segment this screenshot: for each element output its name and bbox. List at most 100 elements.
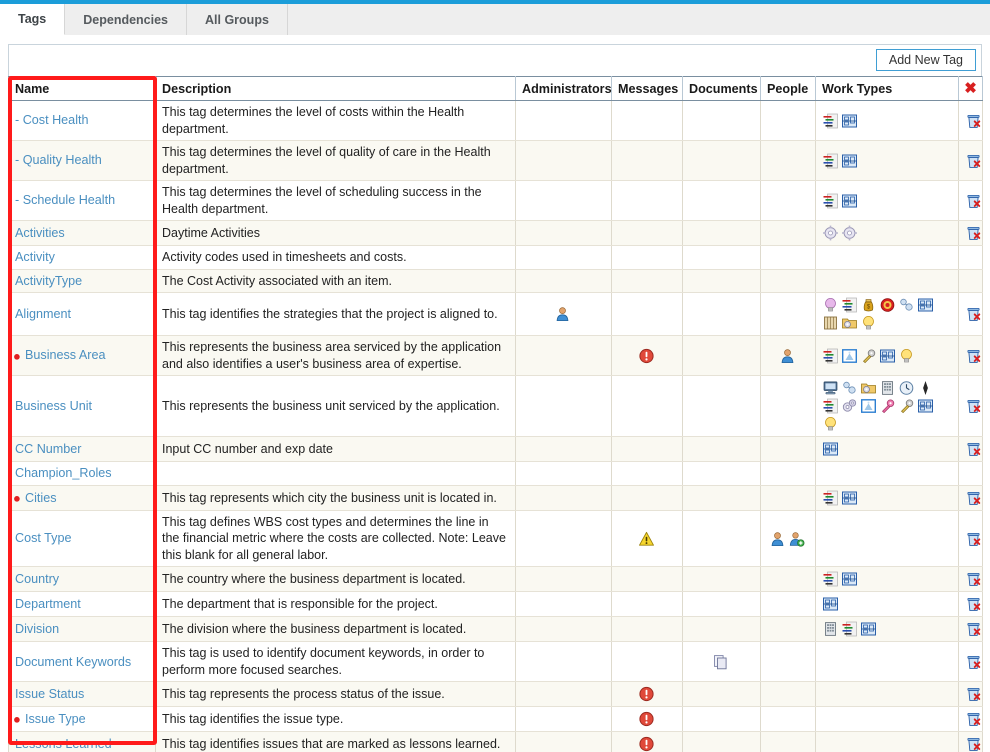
monitor-icon[interactable] bbox=[822, 380, 839, 396]
tag-name-link[interactable]: - Schedule Health bbox=[15, 193, 115, 207]
framed-picture-icon[interactable] bbox=[841, 348, 858, 364]
delete-row-icon[interactable] bbox=[965, 306, 982, 322]
tab-dependencies[interactable]: Dependencies bbox=[65, 4, 188, 35]
tag-name-link[interactable]: Champion_Roles bbox=[15, 466, 112, 480]
key-icon[interactable] bbox=[860, 348, 877, 364]
column-header-name[interactable]: Name bbox=[8, 76, 156, 101]
target-icon[interactable] bbox=[879, 297, 896, 313]
blueprint-icon[interactable] bbox=[879, 348, 896, 364]
person-icon[interactable] bbox=[769, 531, 786, 547]
tab-tags[interactable]: Tags bbox=[0, 4, 66, 35]
diamond-icon[interactable] bbox=[917, 380, 934, 396]
gears-icon[interactable] bbox=[841, 398, 858, 414]
clock-icon[interactable] bbox=[898, 380, 915, 396]
tag-name-link[interactable]: Country bbox=[15, 572, 59, 586]
tag-name-link[interactable]: Issue Status bbox=[15, 687, 84, 701]
column-header-people[interactable]: People bbox=[760, 76, 816, 101]
money-bag-icon[interactable]: $ bbox=[860, 297, 877, 313]
error-icon[interactable] bbox=[638, 736, 655, 752]
delete-row-icon[interactable] bbox=[965, 113, 982, 129]
delete-row-icon[interactable] bbox=[965, 596, 982, 612]
tag-name-link[interactable]: Lessons Learned bbox=[15, 737, 112, 751]
delete-row-icon[interactable] bbox=[965, 193, 982, 209]
warning-icon[interactable] bbox=[638, 531, 655, 547]
gantt-list-icon[interactable] bbox=[822, 153, 839, 169]
blueprint-icon[interactable] bbox=[841, 113, 858, 129]
gear-icon[interactable] bbox=[822, 225, 839, 241]
person-icon[interactable] bbox=[779, 348, 796, 364]
person-add-icon[interactable] bbox=[788, 531, 805, 547]
column-header-description[interactable]: Description bbox=[155, 76, 516, 101]
blueprint-icon[interactable] bbox=[917, 297, 934, 313]
tag-name-link[interactable]: - Cost Health bbox=[15, 113, 89, 127]
gantt-list-icon[interactable] bbox=[822, 571, 839, 587]
delete-row-icon[interactable] bbox=[965, 153, 982, 169]
tag-name-link[interactable]: Business Unit bbox=[15, 399, 92, 413]
tag-name-link[interactable]: Issue Type bbox=[25, 712, 86, 726]
blueprint-icon[interactable] bbox=[822, 596, 839, 612]
delete-row-icon[interactable] bbox=[965, 490, 982, 506]
gantt-list-icon[interactable] bbox=[841, 621, 858, 637]
tag-name-link[interactable]: Cities bbox=[25, 491, 57, 505]
add-new-tag-button[interactable]: Add New Tag bbox=[875, 49, 976, 71]
tag-name-link[interactable]: - Quality Health bbox=[15, 153, 102, 167]
error-icon[interactable] bbox=[638, 686, 655, 702]
gantt-list-icon[interactable] bbox=[822, 398, 839, 414]
delete-row-icon[interactable] bbox=[965, 736, 982, 752]
error-icon[interactable] bbox=[638, 348, 655, 364]
blueprint-icon[interactable] bbox=[860, 621, 877, 637]
tag-name-link[interactable]: Alignment bbox=[15, 307, 71, 321]
yellow-bulb-icon[interactable] bbox=[860, 315, 877, 331]
gear-folder-icon[interactable] bbox=[841, 315, 858, 331]
blueprint-icon[interactable] bbox=[841, 490, 858, 506]
gantt-list-icon[interactable] bbox=[822, 490, 839, 506]
key-icon[interactable] bbox=[898, 398, 915, 414]
purple-bulb-icon[interactable] bbox=[822, 297, 839, 313]
delete-row-icon[interactable] bbox=[965, 225, 982, 241]
delete-row-icon[interactable] bbox=[965, 531, 982, 547]
delete-row-icon[interactable] bbox=[965, 441, 982, 457]
tag-name-link[interactable]: CC Number bbox=[15, 442, 81, 456]
column-header-work-types[interactable]: Work Types bbox=[815, 76, 959, 101]
blueprint-icon[interactable] bbox=[841, 193, 858, 209]
gantt-list-icon[interactable] bbox=[822, 348, 839, 364]
delete-row-icon[interactable] bbox=[965, 571, 982, 587]
tag-name-link[interactable]: Business Area bbox=[25, 348, 106, 362]
framed-picture-icon[interactable] bbox=[860, 398, 877, 414]
yellow-bulb-icon[interactable] bbox=[822, 416, 839, 432]
tag-name-link[interactable]: Activities bbox=[15, 226, 65, 240]
tag-name-link[interactable]: Document Keywords bbox=[15, 655, 131, 669]
delete-row-icon[interactable] bbox=[965, 686, 982, 702]
gear-icon[interactable] bbox=[841, 225, 858, 241]
documents-icon[interactable] bbox=[712, 654, 729, 670]
book-icon[interactable] bbox=[822, 315, 839, 331]
delete-row-icon[interactable] bbox=[965, 348, 982, 364]
delete-row-icon[interactable] bbox=[965, 398, 982, 414]
delete-row-icon[interactable] bbox=[965, 711, 982, 727]
pearls-icon[interactable] bbox=[898, 297, 915, 313]
pearls-icon[interactable] bbox=[841, 380, 858, 396]
yellow-bulb-icon[interactable] bbox=[898, 348, 915, 364]
delete-all-icon[interactable]: ✖ bbox=[964, 81, 977, 96]
delete-row-icon[interactable] bbox=[965, 654, 982, 670]
delete-row-icon[interactable] bbox=[965, 621, 982, 637]
column-header-documents[interactable]: Documents bbox=[682, 76, 761, 101]
building-icon[interactable] bbox=[879, 380, 896, 396]
column-header-messages[interactable]: Messages bbox=[611, 76, 683, 101]
tag-name-link[interactable]: Division bbox=[15, 622, 59, 636]
pink-key-icon[interactable] bbox=[879, 398, 896, 414]
gantt-list-icon[interactable] bbox=[822, 193, 839, 209]
error-icon[interactable] bbox=[638, 711, 655, 727]
tab-all-groups[interactable]: All Groups bbox=[187, 4, 288, 35]
blueprint-icon[interactable] bbox=[841, 571, 858, 587]
gantt-list-icon[interactable] bbox=[841, 297, 858, 313]
column-header-administrators[interactable]: Administrators bbox=[515, 76, 612, 101]
tag-name-link[interactable]: Activity bbox=[15, 250, 55, 264]
person-icon[interactable] bbox=[554, 306, 571, 322]
blueprint-icon[interactable] bbox=[822, 441, 839, 457]
blueprint-icon[interactable] bbox=[917, 398, 934, 414]
tag-name-link[interactable]: Department bbox=[15, 597, 81, 611]
blueprint-icon[interactable] bbox=[841, 153, 858, 169]
gear-folder-icon[interactable] bbox=[860, 380, 877, 396]
building-icon[interactable] bbox=[822, 621, 839, 637]
